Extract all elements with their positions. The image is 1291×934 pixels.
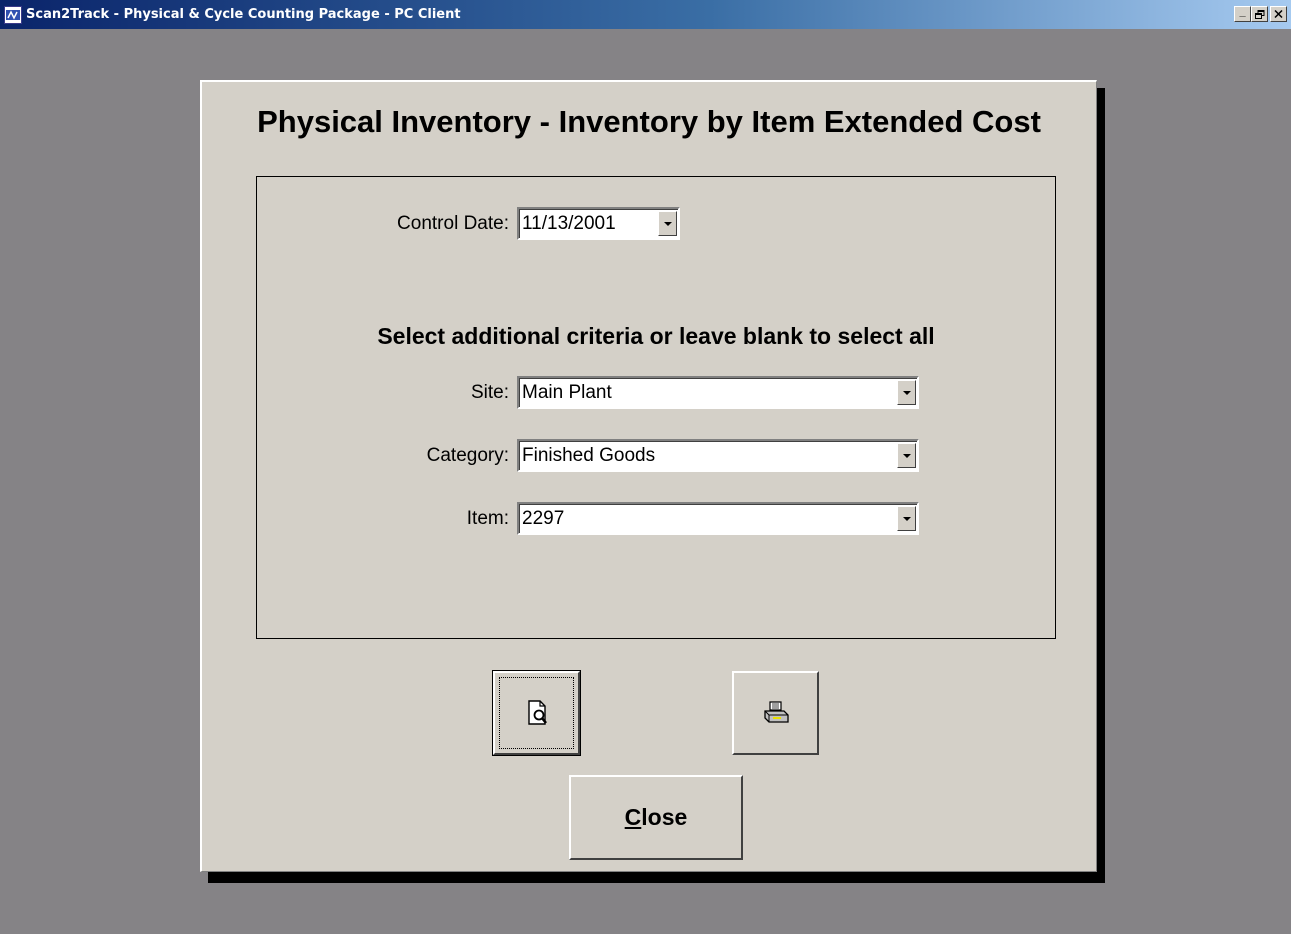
category-dropdown-button[interactable] — [897, 443, 916, 468]
print-preview-button[interactable] — [492, 670, 581, 756]
item-select[interactable]: 2297 — [517, 502, 919, 535]
item-row: Item: 2297 — [257, 502, 919, 535]
site-select[interactable]: Main Plant — [517, 376, 919, 409]
category-select[interactable]: Finished Goods — [517, 439, 919, 472]
control-date-value[interactable]: 11/13/2001 — [519, 213, 658, 235]
criteria-heading: Select additional criteria or leave blan… — [377, 323, 935, 349]
chevron-down-icon — [663, 221, 672, 226]
window-titlebar: Scan2Track - Physical & Cycle Counting P… — [0, 0, 1291, 29]
site-row: Site: Main Plant — [257, 376, 919, 409]
category-label: Category: — [426, 444, 509, 466]
chevron-down-icon — [902, 453, 911, 458]
printer-icon — [763, 701, 789, 723]
minimize-button[interactable]: _ — [1234, 6, 1251, 22]
site-label: Site: — [470, 381, 509, 403]
minimize-icon: _ — [1239, 5, 1246, 18]
control-date-label: Control Date: — [397, 212, 509, 234]
item-label: Item: — [466, 507, 509, 529]
close-button-label: lose — [641, 804, 688, 830]
chevron-down-icon — [902, 516, 911, 521]
window-controls: _ — [1234, 6, 1287, 22]
focus-indicator — [499, 677, 574, 749]
item-dropdown-button[interactable] — [897, 506, 916, 531]
restore-button[interactable] — [1251, 6, 1268, 22]
print-button[interactable] — [732, 671, 819, 755]
window-title: Scan2Track - Physical & Cycle Counting P… — [26, 7, 461, 22]
report-dialog: Physical Inventory - Inventory by Item E… — [200, 80, 1097, 872]
site-dropdown-button[interactable] — [897, 380, 916, 405]
control-date-row: Control Date: 11/13/2001 — [257, 207, 680, 240]
dialog-title: Physical Inventory - Inventory by Item E… — [257, 104, 1041, 139]
restore-icon — [1254, 9, 1264, 19]
close-button-mnemonic: C — [624, 804, 642, 830]
close-icon — [1274, 10, 1283, 18]
control-date-picker[interactable]: 11/13/2001 — [517, 207, 680, 240]
app-icon[interactable] — [4, 5, 22, 24]
category-row: Category: Finished Goods — [257, 439, 919, 472]
chevron-down-icon — [902, 390, 911, 395]
criteria-frame: Control Date: 11/13/2001 Select addition… — [256, 176, 1056, 639]
close-window-button[interactable] — [1270, 6, 1287, 22]
site-value[interactable]: Main Plant — [519, 382, 897, 404]
control-date-dropdown-button[interactable] — [658, 211, 677, 236]
category-value[interactable]: Finished Goods — [519, 445, 897, 467]
close-button[interactable]: Close — [569, 775, 743, 860]
item-value[interactable]: 2297 — [519, 508, 897, 530]
